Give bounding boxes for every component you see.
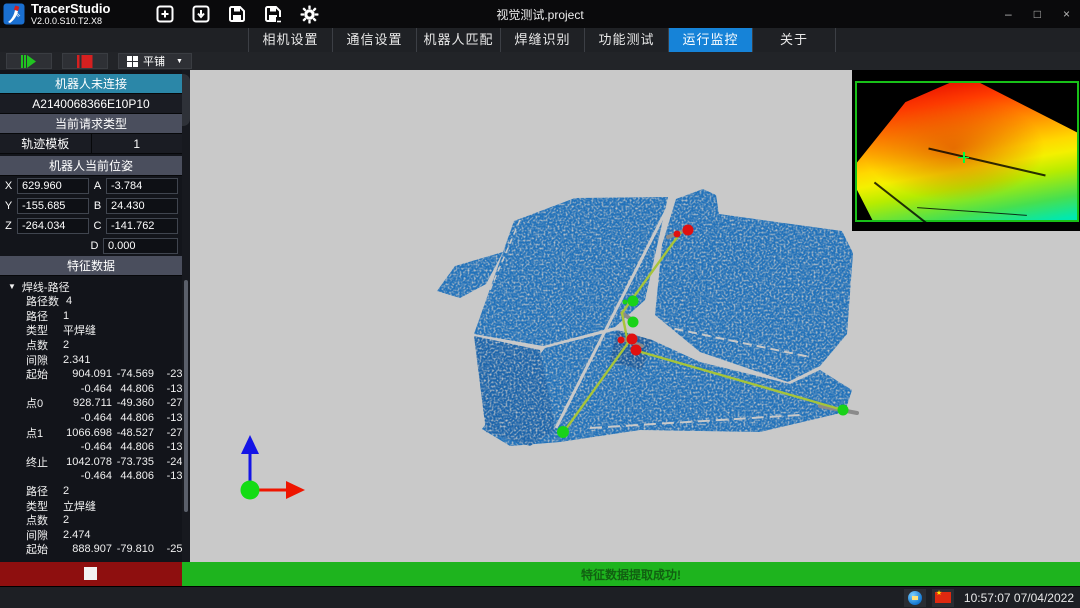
sidebar-collapse-handle[interactable] (182, 74, 190, 126)
stop-toggle-bar[interactable] (0, 562, 182, 586)
feature-tree-rows: 路径数4路径1类型平焊缝点数2间隙2.341起始904.091-74.569-2… (0, 294, 182, 557)
depth-image-panel[interactable] (852, 70, 1080, 231)
feature-tree-row: 点11066.698-48.527-276.072 (0, 425, 182, 440)
input-method-button[interactable] (904, 589, 926, 607)
pose-rows: XAYBZCD (0, 176, 182, 256)
pose-value-input[interactable] (17, 218, 89, 234)
input-method-icon (908, 591, 922, 605)
feature-tree-row: 点0928.711-49.360-275.182 (0, 396, 182, 411)
tab-2[interactable]: 机器人匹配 (416, 28, 500, 52)
feature-tree: ▼ 焊线-路径 路径数4路径1类型平焊缝点数2间隙2.341起始904.091-… (0, 276, 182, 562)
feature-tree-row: 起始904.091-74.569-239.708 (0, 367, 182, 382)
feature-tree-row: 路径数4 (0, 294, 182, 309)
feature-tree-row: -0.46444.806-134.982 (0, 469, 182, 484)
feature-tree-row: -0.46444.806-134.982 (0, 440, 182, 455)
new-project-button[interactable] (155, 4, 175, 24)
tree-collapse-icon[interactable]: ▼ (8, 282, 16, 291)
gear-icon (300, 5, 319, 24)
stop-icon (77, 55, 93, 68)
tab-6[interactable]: 关于 (752, 28, 836, 52)
window-title: 视觉测试.project (496, 6, 583, 23)
sidebar-scroll-strip (182, 70, 190, 562)
feature-tree-row: 间隙2.341 (0, 352, 182, 367)
open-project-button[interactable] (191, 4, 211, 24)
pointcloud-plates (437, 189, 853, 446)
tab-1[interactable]: 通信设置 (332, 28, 416, 52)
feature-tree-row: 路径2 (0, 484, 182, 499)
feature-tree-row: 类型立焊缝 (0, 498, 182, 513)
save-as-icon (264, 5, 282, 23)
status-message-bar: 特征数据提取成功! (182, 562, 1080, 586)
feature-tree-row: 起始888.907-79.810-258.142 (0, 542, 182, 557)
tab-4[interactable]: 功能测试 (584, 28, 668, 52)
pose-value-input[interactable] (17, 178, 89, 194)
request-type-header: 当前请求类型 (0, 114, 182, 134)
pose-value-input[interactable] (17, 198, 89, 214)
sidebar: 机器人未连接 A2140068366E10P10 当前请求类型 轨迹模板 1 机… (0, 70, 182, 562)
feature-tree-row: 间隙2.474 (0, 528, 182, 543)
chevron-down-icon: ▼ (176, 58, 183, 65)
app-version: V2.0.0.S10.T2.X8 (31, 17, 141, 26)
language-flag-button[interactable] (932, 589, 954, 607)
connection-status: 机器人未连接 (0, 74, 182, 94)
device-id: A2140068366E10P10 (0, 94, 182, 114)
status-bar: 10:57:07 07/04/2022 (0, 586, 1080, 608)
run-button[interactable] (6, 53, 52, 69)
pose-value-input[interactable] (106, 198, 178, 214)
tile-grid-icon (127, 56, 138, 67)
pose-row: XA (0, 176, 182, 196)
feature-tree-row: 点数2 (0, 513, 182, 528)
maximize-button[interactable]: □ (1034, 7, 1041, 21)
feature-tree-root[interactable]: ▼ 焊线-路径 (0, 279, 182, 294)
open-project-icon (192, 5, 210, 23)
tab-3[interactable]: 焊缝识别 (500, 28, 584, 52)
title-bar: TracerStudio V2.0.0.S10.T2.X8 (0, 0, 1080, 28)
pose-row: D (0, 236, 182, 256)
depth-gradient-image (855, 81, 1079, 222)
save-button[interactable] (227, 4, 247, 24)
settings-button[interactable] (299, 4, 319, 24)
status-message: 特征数据提取成功! (581, 566, 681, 583)
template-label: 轨迹模板 (0, 134, 92, 153)
axis-origin (241, 481, 260, 500)
close-button[interactable]: × (1063, 7, 1070, 21)
feature-tree-row: 点数2 (0, 338, 182, 353)
pose-value-input[interactable] (103, 238, 178, 254)
toolbar: 平铺 ▼ (0, 52, 1080, 70)
view-mode-dropdown[interactable]: 平铺 ▼ (118, 53, 192, 69)
pointcloud-viewport[interactable] (190, 70, 1080, 562)
template-value[interactable]: 1 (92, 134, 183, 153)
template-row: 轨迹模板 1 (0, 134, 182, 154)
feature-header: 特征数据 (0, 256, 182, 276)
app-name: TracerStudio (31, 2, 141, 15)
scrollbar-thumb[interactable] (184, 280, 188, 512)
feature-tree-row: 路径1 (0, 309, 182, 324)
save-icon (228, 5, 246, 23)
china-flag-icon (935, 592, 951, 603)
axis-indicator (230, 430, 320, 510)
new-project-icon (156, 5, 174, 23)
clock: 10:57:07 07/04/2022 (964, 591, 1074, 605)
stop-checkbox[interactable] (84, 567, 97, 580)
depth-crosshair-icon (958, 152, 969, 163)
feature-tree-row: 终止1042.078-73.735-240.598 (0, 455, 182, 470)
feature-tree-row: -0.46444.806-134.982 (0, 411, 182, 426)
pose-row: YB (0, 196, 182, 216)
feature-tree-row: 类型平焊缝 (0, 323, 182, 338)
stop-button[interactable] (62, 53, 108, 69)
pose-value-input[interactable] (106, 178, 178, 194)
minimize-button[interactable]: – (1005, 7, 1012, 21)
view-mode-label: 平铺 (143, 53, 165, 69)
pose-row: ZC (0, 216, 182, 236)
tab-0[interactable]: 相机设置 (248, 28, 332, 52)
tab-bar: 相机设置通信设置机器人匹配焊缝识别功能测试运行监控关于 (0, 28, 1080, 52)
pose-value-input[interactable] (106, 218, 178, 234)
app-title: TracerStudio V2.0.0.S10.T2.X8 (31, 2, 141, 26)
app-logo-icon (3, 3, 25, 25)
pose-header: 机器人当前位姿 (0, 156, 182, 176)
save-as-button[interactable] (263, 4, 283, 24)
play-icon (21, 55, 37, 68)
tab-5[interactable]: 运行监控 (668, 28, 752, 52)
feature-tree-row: -0.46444.806-134.982 (0, 382, 182, 397)
